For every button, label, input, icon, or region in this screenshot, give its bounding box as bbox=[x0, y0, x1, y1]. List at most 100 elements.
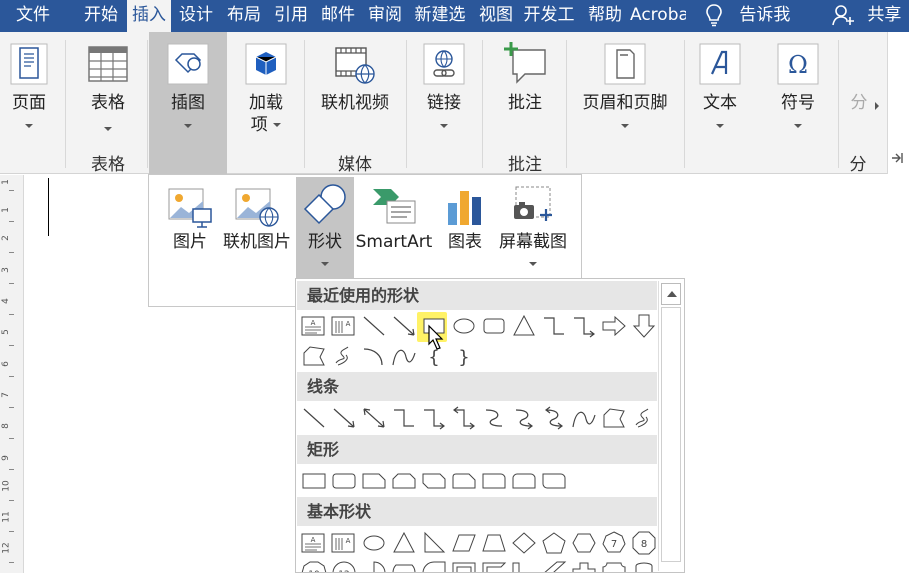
text-box-shape[interactable]: A bbox=[300, 313, 328, 339]
right-triangle-shape[interactable] bbox=[420, 530, 448, 556]
text-button[interactable]: 文本 bbox=[690, 32, 750, 142]
curve-shape[interactable] bbox=[390, 343, 418, 369]
dodecagon-shape[interactable]: 12 bbox=[330, 560, 358, 572]
online-video-button[interactable]: 联机视频 bbox=[312, 32, 398, 142]
partial-group-button[interactable]: 分 bbox=[844, 32, 874, 142]
group-divider bbox=[684, 40, 685, 168]
triangle-shape[interactable] bbox=[390, 530, 418, 556]
illustrations-button[interactable]: 插图 bbox=[149, 32, 227, 174]
heptagon-shape[interactable]: 7 bbox=[600, 530, 628, 556]
diamond-shape[interactable] bbox=[510, 530, 538, 556]
snip-single-corner-rectangle-shape[interactable] bbox=[360, 468, 388, 494]
pentagon-shape[interactable] bbox=[540, 530, 568, 556]
line-shape[interactable] bbox=[360, 313, 388, 339]
round-diagonal-rectangle-shape[interactable] bbox=[540, 468, 568, 494]
vertical-text-box-shape[interactable]: A bbox=[330, 530, 358, 556]
l-shape[interactable] bbox=[510, 560, 538, 572]
tell-me-box[interactable]: 告诉我 bbox=[704, 0, 790, 32]
oval-shape[interactable] bbox=[360, 530, 388, 556]
tab-review[interactable]: 审阅 bbox=[363, 0, 407, 32]
snip-same-side-rectangle-shape[interactable] bbox=[390, 468, 418, 494]
curved-arrow-connector-shape[interactable] bbox=[510, 405, 538, 431]
tab-mailings[interactable]: 邮件 bbox=[315, 0, 361, 32]
plaque-shape[interactable] bbox=[600, 560, 628, 572]
rounded-rectangle-shape[interactable] bbox=[330, 468, 358, 494]
oval-shape[interactable] bbox=[450, 313, 478, 339]
tab-references[interactable]: 引用 bbox=[269, 0, 313, 32]
rectangle-shape[interactable] bbox=[300, 468, 328, 494]
down-arrow-shape[interactable] bbox=[630, 313, 658, 339]
tab-file[interactable]: 文件 bbox=[0, 0, 66, 32]
line-shape[interactable] bbox=[300, 405, 328, 431]
header-footer-button[interactable]: 页眉和页脚 bbox=[572, 32, 678, 142]
scribble-shape[interactable] bbox=[630, 405, 658, 431]
elbow-arrow-connector-shape[interactable] bbox=[420, 405, 448, 431]
hexagon-shape[interactable] bbox=[570, 530, 598, 556]
tab-help[interactable]: 帮助 bbox=[582, 0, 628, 32]
round-single-corner-rectangle-shape[interactable] bbox=[480, 468, 508, 494]
elbow-arrow-connector-shape[interactable] bbox=[570, 313, 598, 339]
rounded-rectangle-shape[interactable] bbox=[480, 313, 508, 339]
double-arrow-line-shape[interactable] bbox=[360, 405, 388, 431]
link-button[interactable]: 链接 bbox=[414, 32, 474, 142]
symbol-button[interactable]: Ω 符号 bbox=[766, 32, 830, 142]
arrow-line-shape[interactable] bbox=[390, 313, 418, 339]
snip-diagonal-rectangle-shape[interactable] bbox=[420, 468, 448, 494]
curved-double-arrow-connector-shape[interactable] bbox=[540, 405, 568, 431]
share-button[interactable]: 共享 bbox=[832, 0, 901, 32]
pie-shape[interactable] bbox=[360, 560, 388, 572]
gallery-scrollbar[interactable] bbox=[658, 281, 682, 571]
tab-design[interactable]: 设计 bbox=[173, 0, 219, 32]
tab-insert[interactable]: 插入 bbox=[127, 0, 171, 32]
smartart-button[interactable]: SmartArt bbox=[354, 177, 434, 279]
tab-developer[interactable]: 开发工 bbox=[520, 0, 578, 32]
right-arrow-shape[interactable] bbox=[600, 313, 628, 339]
arrow-line-shape[interactable] bbox=[330, 405, 358, 431]
ribbon-scroll-right-icon[interactable] bbox=[875, 102, 879, 110]
arc-shape[interactable] bbox=[360, 343, 388, 369]
ruler-number: 2 bbox=[0, 235, 11, 241]
scrollbar-thumb[interactable] bbox=[661, 307, 681, 562]
parallelogram-shape[interactable] bbox=[450, 530, 478, 556]
pages-button[interactable]: 页面 bbox=[0, 32, 58, 142]
diagonal-stripe-shape[interactable] bbox=[540, 560, 568, 572]
shapes-button[interactable]: 形状 bbox=[296, 177, 354, 279]
cross-shape[interactable] bbox=[570, 560, 598, 572]
tab-new-group[interactable]: 新建选 bbox=[409, 0, 471, 32]
tab-layout[interactable]: 布局 bbox=[221, 0, 267, 32]
table-button[interactable]: 表格 bbox=[78, 32, 138, 142]
freeform-shape[interactable] bbox=[300, 343, 328, 369]
triangle-shape[interactable] bbox=[510, 313, 538, 339]
frame-shape[interactable] bbox=[450, 560, 478, 572]
screenshot-button[interactable]: 屏幕截图 bbox=[493, 177, 573, 279]
addins-button[interactable]: 加载 项 bbox=[236, 32, 296, 142]
new-comment-button[interactable]: 批注 bbox=[490, 32, 560, 142]
tab-view[interactable]: 视图 bbox=[473, 0, 519, 32]
picture-button[interactable]: 图片 bbox=[161, 177, 219, 279]
right-brace-shape[interactable]: } bbox=[450, 343, 478, 369]
trapezoid-shape[interactable] bbox=[480, 530, 508, 556]
elbow-connector-shape[interactable] bbox=[390, 405, 418, 431]
text-box-shape[interactable]: A bbox=[300, 530, 328, 556]
tab-home[interactable]: 开始 bbox=[78, 0, 124, 32]
chord-shape[interactable] bbox=[390, 560, 418, 572]
online-picture-button[interactable]: 联机图片 bbox=[219, 177, 295, 279]
chart-button[interactable]: 图表 bbox=[439, 177, 491, 279]
curve-shape[interactable] bbox=[570, 405, 598, 431]
decagon-shape[interactable]: 10 bbox=[300, 560, 328, 572]
octagon-shape[interactable]: 8 bbox=[630, 530, 658, 556]
tab-acrobat[interactable]: Acrobat bbox=[630, 0, 686, 32]
collapse-ribbon-icon[interactable] bbox=[890, 150, 908, 166]
can-shape[interactable] bbox=[630, 560, 658, 572]
scroll-up-icon[interactable] bbox=[661, 283, 681, 305]
snip-round-rectangle-shape[interactable] bbox=[450, 468, 478, 494]
elbow-connector-shape[interactable] bbox=[540, 313, 568, 339]
teardrop-shape[interactable] bbox=[420, 560, 448, 572]
scribble-shape[interactable] bbox=[330, 343, 358, 369]
elbow-double-arrow-connector-shape[interactable] bbox=[450, 405, 478, 431]
curved-connector-shape[interactable] bbox=[480, 405, 508, 431]
round-same-side-rectangle-shape[interactable] bbox=[510, 468, 538, 494]
half-frame-shape[interactable] bbox=[480, 560, 508, 572]
freeform-shape[interactable] bbox=[600, 405, 628, 431]
vertical-text-box-shape[interactable]: A bbox=[330, 313, 358, 339]
